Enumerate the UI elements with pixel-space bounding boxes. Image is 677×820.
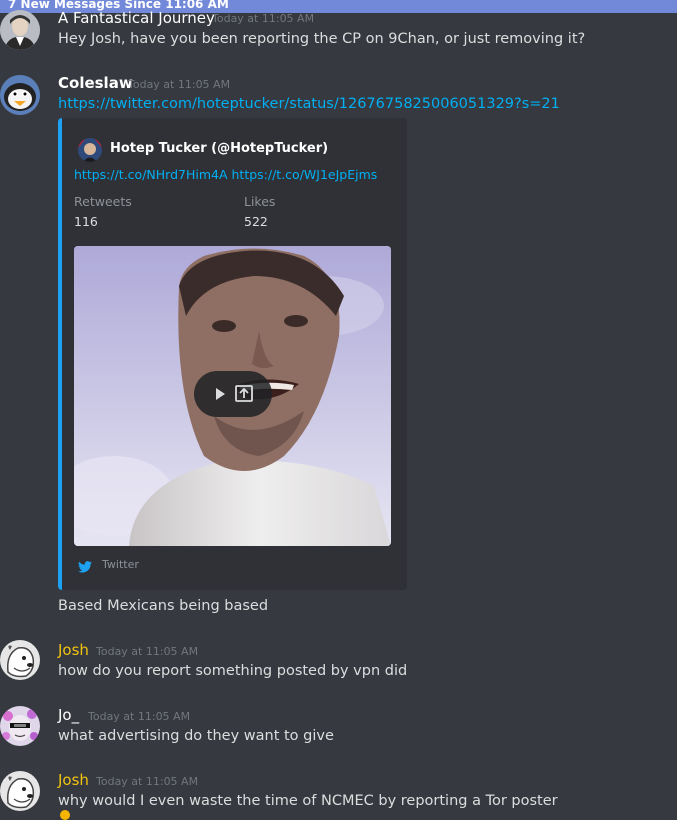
avatar[interactable]: [0, 640, 40, 680]
field-likes-value: 522: [244, 214, 268, 229]
message-text: what advertising do they want to give: [58, 728, 334, 744]
avatar[interactable]: [0, 706, 40, 746]
play-icon: [216, 388, 225, 400]
field-retweets-label: Retweets: [74, 194, 132, 209]
embed-author-avatar: [78, 138, 102, 162]
message-text: Hey Josh, have you been reporting the CP…: [58, 31, 586, 47]
video-controls: [194, 371, 272, 417]
username[interactable]: Josh: [58, 771, 89, 789]
message-text: how do you report something posted by vp…: [58, 663, 408, 679]
username[interactable]: A Fantastical Journey: [58, 9, 215, 27]
embed-description-links[interactable]: https://t.co/NHrd7Him4A https://t.co/WJ1…: [74, 167, 377, 182]
twitter-embed: Hotep Tucker (@HotepTucker) https://t.co…: [58, 118, 407, 590]
reaction-emoji-icon[interactable]: [60, 810, 70, 820]
timestamp: Today at 11:05 AM: [128, 78, 231, 91]
avatar[interactable]: [0, 75, 40, 115]
username[interactable]: Jo_: [58, 706, 79, 724]
message-text: why would I even waste the time of NCMEC…: [58, 793, 558, 809]
timestamp: Today at 11:05 AM: [96, 775, 199, 788]
username[interactable]: Coleslaw: [58, 74, 133, 92]
embed-author-name: Hotep Tucker (@HotepTucker): [110, 141, 329, 156]
tweet-link[interactable]: https://twitter.com/hoteptucker/status/1…: [58, 96, 560, 112]
embed-video[interactable]: [74, 246, 391, 546]
field-retweets-value: 116: [74, 214, 98, 229]
field-likes-label: Likes: [244, 194, 276, 209]
timestamp: Today at 11:05 AM: [212, 12, 315, 25]
timestamp: Today at 11:05 AM: [96, 645, 199, 658]
avatar[interactable]: [0, 771, 40, 811]
timestamp: Today at 11:05 AM: [88, 710, 191, 723]
username[interactable]: Josh: [58, 641, 89, 659]
avatar[interactable]: [0, 10, 40, 50]
twitter-bird-icon: [78, 558, 92, 577]
message-text: Based Mexicans being based: [58, 598, 269, 614]
embed-footer-text: Twitter: [102, 558, 139, 571]
